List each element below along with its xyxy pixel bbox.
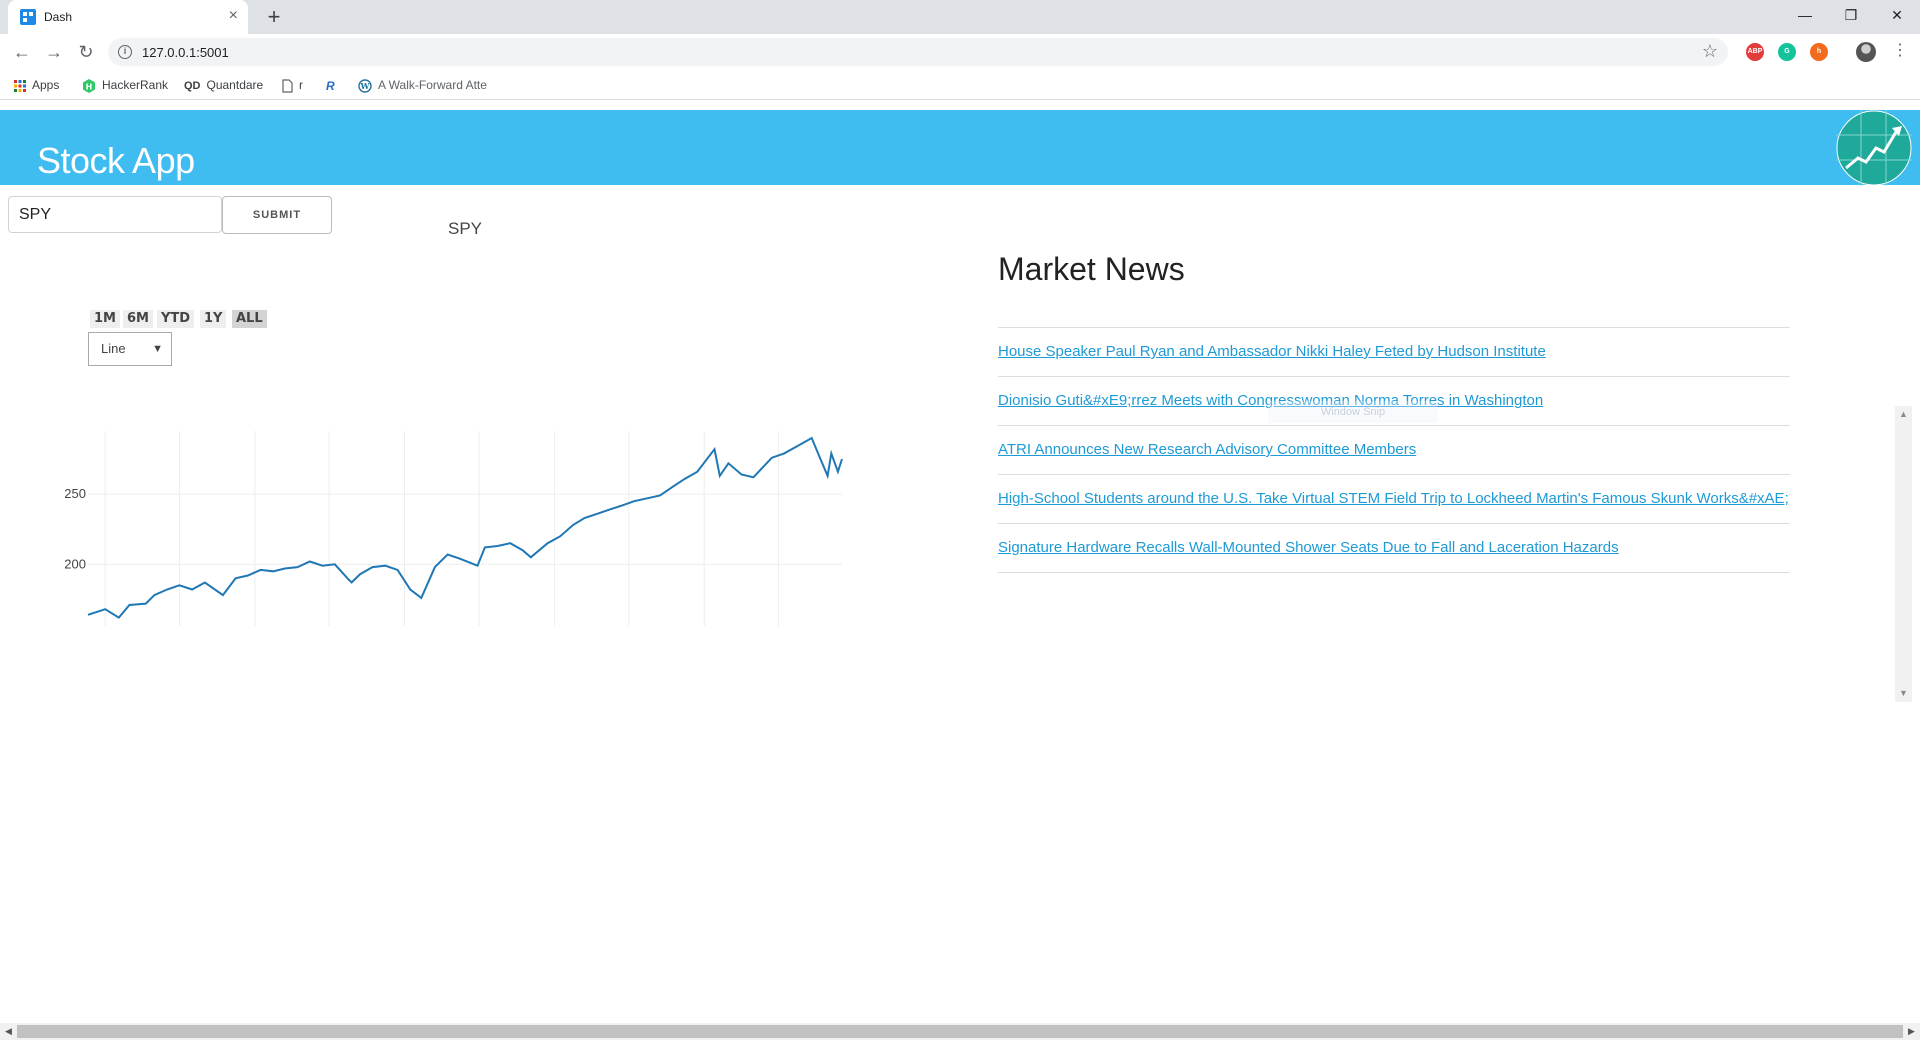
- grammarly-icon[interactable]: G: [1778, 43, 1796, 61]
- price-chart-svg: Jan 2014Jul 2014Jan 2015Jul 2015Jan 2016…: [64, 431, 843, 626]
- scroll-right-icon[interactable]: ▶: [1903, 1023, 1920, 1040]
- address-bar[interactable]: i 127.0.0.1:5001 ☆: [108, 38, 1728, 66]
- honey-icon[interactable]: h: [1810, 43, 1828, 61]
- news-list: House Speaker Paul Ryan and Ambassador N…: [998, 327, 1790, 573]
- window-close-icon[interactable]: ✕: [1874, 4, 1920, 28]
- horizontal-scrollbar[interactable]: ◀ ▶: [0, 1023, 1920, 1040]
- bookmark-star-icon[interactable]: ☆: [1702, 41, 1718, 62]
- bookmark-hackerrank[interactable]: H HackerRank: [82, 77, 168, 93]
- svg-text:H: H: [86, 82, 93, 91]
- price-series-line: [87, 436, 843, 619]
- scroll-up-icon[interactable]: ▲: [1895, 406, 1912, 423]
- page-content: Stock App SUBMIT SPY 1M 6M YTD 1Y ALL Li…: [0, 101, 1920, 1024]
- svg-text:W: W: [360, 81, 371, 91]
- restore-icon[interactable]: ❐: [1828, 4, 1874, 28]
- news-title: Market News: [998, 251, 1185, 287]
- news-vertical-scrollbar[interactable]: ▲ ▼: [1895, 406, 1912, 702]
- bookmark-quantdare[interactable]: QD Quantdare: [184, 77, 263, 93]
- bookmarks-bar: Apps H HackerRank QD Quantdare r R W A Walk…: [0, 70, 1920, 100]
- r-logo-icon: R: [326, 78, 335, 93]
- news-link[interactable]: ATRI Announces New Research Advisory Com…: [998, 441, 1790, 458]
- horizontal-scroll-thumb[interactable]: [17, 1025, 1903, 1038]
- hackerrank-icon: H: [83, 78, 95, 93]
- news-item: House Speaker Paul Ryan and Ambassador N…: [998, 328, 1790, 377]
- y-tick-label: 200: [64, 556, 86, 571]
- y-tick-label: 250: [64, 486, 86, 501]
- profile-avatar[interactable]: [1856, 42, 1876, 62]
- dash-favicon-icon: [20, 9, 36, 25]
- browser-tab[interactable]: Dash ×: [8, 0, 248, 34]
- market-news-section: Market News House Speaker Paul Ryan and …: [998, 251, 1920, 711]
- apps-grid-icon: [14, 79, 26, 92]
- window-snip-overlay: Window Snip: [1268, 401, 1438, 423]
- news-link[interactable]: House Speaker Paul Ryan and Ambassador N…: [998, 343, 1790, 360]
- forward-icon[interactable]: →: [42, 40, 66, 64]
- bookmark-rlogo[interactable]: R: [326, 77, 341, 93]
- bookmark-label: Quantdare: [206, 78, 264, 92]
- browser-toolbar: ← → ↻ i 127.0.0.1:5001 ☆ ⋮ ABP Gh: [0, 34, 1920, 70]
- scroll-down-icon[interactable]: ▼: [1895, 685, 1912, 702]
- site-info-icon[interactable]: i: [118, 45, 132, 59]
- bookmark-r[interactable]: r: [282, 77, 303, 93]
- reload-icon[interactable]: ↻: [74, 40, 98, 64]
- news-item: Signature Hardware Recalls Wall-Mounted …: [998, 524, 1790, 573]
- bookmark-label: Apps: [32, 78, 60, 92]
- news-item: ATRI Announces New Research Advisory Com…: [998, 426, 1790, 475]
- minimize-icon[interactable]: —: [1782, 4, 1828, 28]
- wordpress-icon: W: [358, 79, 372, 93]
- page-icon: [282, 79, 293, 93]
- back-icon[interactable]: ←: [10, 40, 34, 64]
- stock-chart-logo-icon: [1836, 110, 1912, 186]
- bookmark-label: r: [299, 78, 303, 92]
- bookmark-apps[interactable]: Apps: [14, 77, 59, 93]
- bookmark-walk-forward[interactable]: W A Walk-Forward Atte: [358, 77, 487, 93]
- news-link[interactable]: High-School Students around the U.S. Tak…: [998, 490, 1790, 507]
- scroll-left-icon[interactable]: ◀: [0, 1023, 17, 1040]
- menu-kebab-icon[interactable]: ⋮: [1892, 41, 1908, 61]
- tab-close-icon[interactable]: ×: [229, 7, 238, 25]
- tab-title: Dash: [44, 10, 73, 24]
- quantdare-icon: QD: [184, 79, 201, 92]
- news-link[interactable]: Signature Hardware Recalls Wall-Mounted …: [998, 539, 1790, 556]
- new-tab-icon[interactable]: +: [260, 4, 288, 32]
- bookmark-label: HackerRank: [102, 78, 169, 92]
- browser-tab-strip: Dash × + — ❐ ✕: [0, 0, 1920, 34]
- adblock-icon[interactable]: ABP: [1746, 43, 1764, 61]
- news-item: High-School Students around the U.S. Tak…: [998, 475, 1790, 524]
- url-text: 127.0.0.1:5001: [142, 45, 229, 60]
- bookmark-label: A Walk-Forward Atte: [378, 78, 487, 92]
